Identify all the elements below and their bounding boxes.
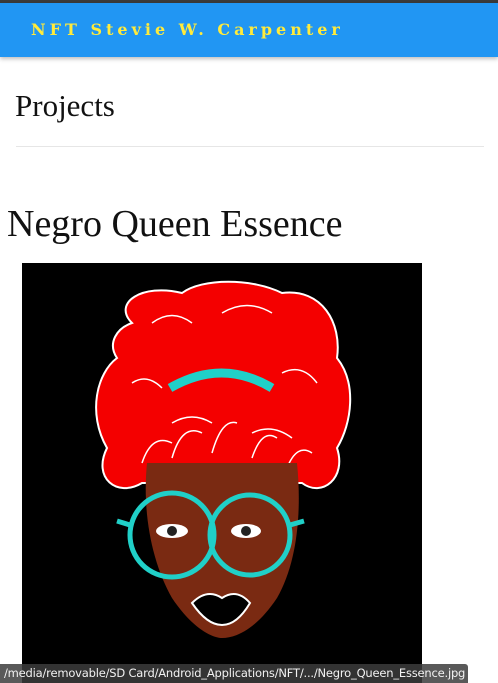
app-bar: NFT Stevie W. Carpenter bbox=[0, 3, 498, 57]
project-artwork[interactable] bbox=[22, 263, 422, 683]
project-title: Negro Queen Essence bbox=[7, 203, 343, 245]
status-url: /media/removable/SD Card/Android_Applica… bbox=[4, 666, 466, 680]
artwork-image bbox=[22, 263, 422, 683]
hair-shape bbox=[95, 280, 352, 489]
section-title: Projects bbox=[15, 88, 115, 123]
app-title[interactable]: NFT Stevie W. Carpenter bbox=[31, 20, 344, 39]
divider bbox=[16, 146, 484, 147]
